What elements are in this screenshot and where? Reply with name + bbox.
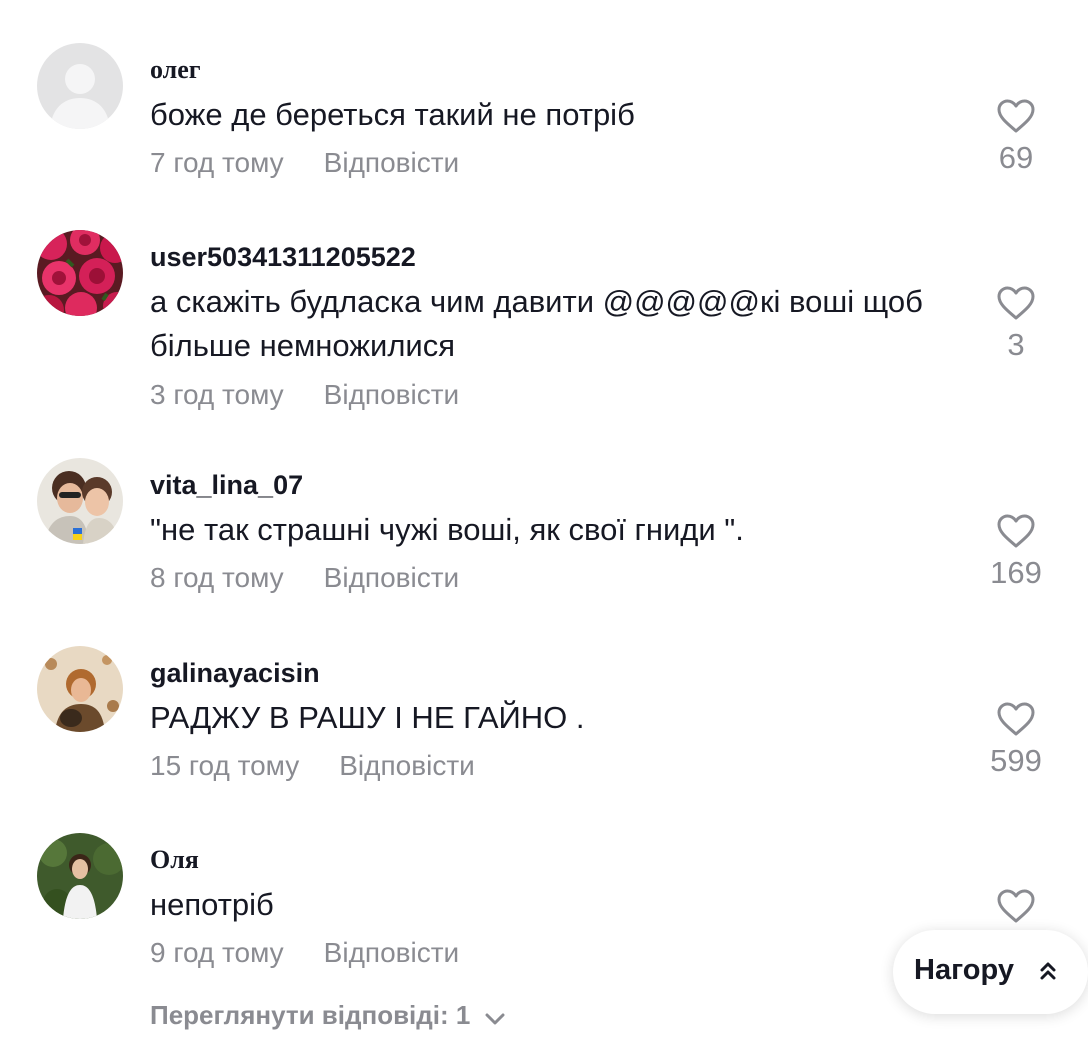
reply-button[interactable]: Відповісти — [324, 379, 460, 410]
reply-button[interactable]: Відповісти — [324, 562, 460, 593]
like-button[interactable] — [985, 888, 1047, 930]
comment-username[interactable]: vita_lina_07 — [150, 470, 303, 501]
comment-meta: 9 год тому Відповісти — [150, 937, 459, 969]
comment-time: 9 год тому — [150, 937, 284, 968]
heart-icon — [997, 889, 1035, 923]
comment-text: непотріб — [150, 887, 274, 922]
double-chevron-up-icon — [1038, 958, 1058, 992]
like-count: 69 — [998, 140, 1034, 175]
like-button[interactable]: 599 — [985, 701, 1047, 779]
comment-time: 8 год тому — [150, 562, 284, 593]
heart-icon — [997, 514, 1035, 548]
like-button[interactable]: 3 — [985, 285, 1047, 363]
chevron-down-icon — [484, 1002, 506, 1033]
back-to-top-button[interactable]: Нагору — [893, 930, 1088, 1014]
reply-button[interactable]: Відповісти — [324, 147, 460, 178]
woman-in-green-photo-icon — [37, 833, 123, 919]
comment-time: 3 год тому — [150, 379, 284, 410]
comment-meta: 7 год тому Відповісти — [150, 147, 459, 179]
heart-icon — [997, 99, 1035, 133]
comment-meta: 8 год тому Відповісти — [150, 562, 459, 594]
comment-username[interactable]: user50341311205522 — [150, 242, 416, 273]
reply-button[interactable]: Відповісти — [339, 750, 475, 781]
comment-text: РАДЖУ В РАШУ І НЕ ГАЙНО . — [150, 700, 585, 735]
avatar[interactable] — [37, 646, 123, 732]
like-count: 3 — [1007, 327, 1025, 362]
heart-icon — [997, 702, 1035, 736]
comment-text: "не так страшні чужі воші, як свої гниди… — [150, 512, 744, 547]
comment-text: боже де береться такий не потріб — [150, 97, 635, 132]
comment-username[interactable]: Оля — [150, 845, 199, 875]
comment-username[interactable]: galinayacisin — [150, 658, 320, 689]
comment-time: 15 год тому — [150, 750, 300, 781]
like-count: 169 — [990, 555, 1042, 590]
comment-username[interactable]: олег — [150, 55, 201, 85]
like-button[interactable]: 69 — [985, 98, 1047, 176]
view-replies-label: Переглянути відповіді: 1 — [150, 1000, 471, 1030]
like-count: 599 — [990, 743, 1042, 778]
back-to-top-label: Нагору — [914, 954, 1014, 986]
comment-text: а скажіть будласка чим давити @@@@@кі во… — [150, 284, 923, 363]
view-replies-button[interactable]: Переглянути відповіді: 1 — [150, 1000, 506, 1033]
like-button[interactable]: 169 — [985, 513, 1047, 591]
roses-photo-icon — [37, 230, 123, 316]
comment-meta: 15 год тому Відповісти — [150, 750, 475, 782]
default-avatar-icon — [37, 43, 123, 129]
avatar[interactable] — [37, 43, 123, 129]
avatar[interactable] — [37, 458, 123, 544]
comment-time: 7 год тому — [150, 147, 284, 178]
heart-icon — [997, 286, 1035, 320]
woman-with-dog-photo-icon — [37, 646, 123, 732]
avatar[interactable] — [37, 230, 123, 316]
avatar[interactable] — [37, 833, 123, 919]
reply-button[interactable]: Відповісти — [324, 937, 460, 968]
two-women-photo-icon — [37, 458, 123, 544]
comment-meta: 3 год тому Відповісти — [150, 379, 459, 411]
